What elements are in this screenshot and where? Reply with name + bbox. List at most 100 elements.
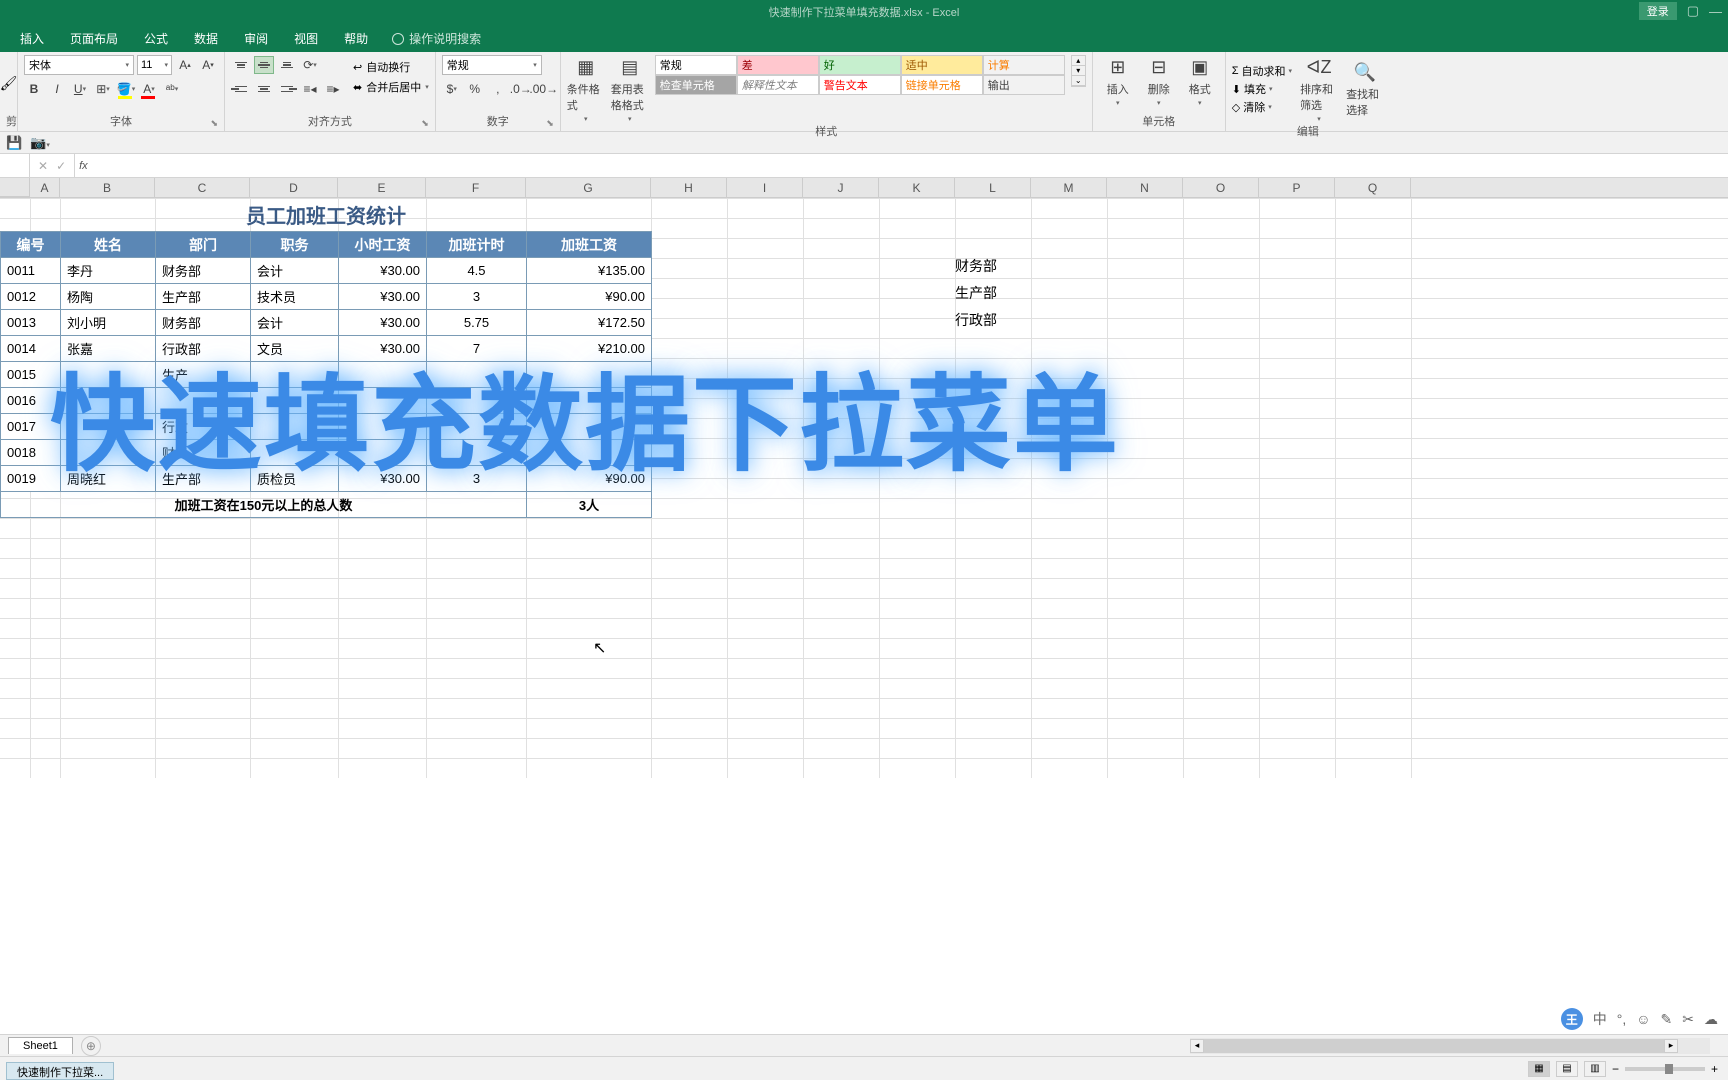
- col-header[interactable]: O: [1183, 178, 1259, 197]
- gallery-more-icon[interactable]: ⌄: [1072, 76, 1085, 86]
- list-item[interactable]: 行政部: [955, 306, 997, 333]
- wrap-text-button[interactable]: ↩自动换行: [353, 59, 429, 75]
- cancel-icon[interactable]: ✕: [38, 159, 48, 173]
- orientation-icon[interactable]: ⟳▾: [300, 55, 320, 75]
- increase-indent-icon[interactable]: ≡▸: [323, 79, 343, 99]
- minimize-icon[interactable]: —: [1709, 4, 1722, 19]
- phonetic-button[interactable]: ᵃᵇ▾: [162, 79, 182, 99]
- table-cell[interactable]: [527, 414, 652, 440]
- table-cell[interactable]: 张嘉: [61, 336, 156, 362]
- table-cell[interactable]: 会计: [251, 310, 339, 336]
- conditional-format-button[interactable]: ▦条件格式▾: [567, 55, 605, 123]
- zoom-out-icon[interactable]: −: [1612, 1062, 1619, 1076]
- table-cell[interactable]: [527, 362, 652, 388]
- col-header[interactable]: J: [803, 178, 879, 197]
- save-icon[interactable]: 💾: [6, 135, 22, 151]
- table-cell[interactable]: ¥30.00: [339, 466, 427, 492]
- enter-icon[interactable]: ✓: [56, 159, 66, 173]
- align-center-icon[interactable]: [254, 80, 274, 98]
- table-cell[interactable]: 生产部: [156, 284, 251, 310]
- table-cell[interactable]: [61, 414, 156, 440]
- col-header[interactable]: K: [879, 178, 955, 197]
- tab-formulas[interactable]: 公式: [132, 25, 180, 52]
- style-neutral[interactable]: 适中: [901, 55, 983, 75]
- style-gallery-scroll[interactable]: ▴ ▾ ⌄: [1071, 55, 1086, 87]
- table-cell[interactable]: 0014: [1, 336, 61, 362]
- table-cell[interactable]: [61, 440, 156, 466]
- tray-cloud-icon[interactable]: ☁: [1704, 1011, 1718, 1028]
- table-cell[interactable]: [339, 414, 427, 440]
- col-header[interactable]: P: [1259, 178, 1335, 197]
- table-cell[interactable]: 0019: [1, 466, 61, 492]
- table-cell[interactable]: ¥30.00: [339, 258, 427, 284]
- tab-data[interactable]: 数据: [182, 25, 230, 52]
- ime-indicator[interactable]: 中: [1593, 1009, 1607, 1029]
- style-bad[interactable]: 差: [737, 55, 819, 75]
- table-cell[interactable]: [339, 362, 427, 388]
- alignment-launcher-icon[interactable]: ⬊: [421, 118, 429, 129]
- tray-edit-icon[interactable]: ✎: [1661, 1011, 1673, 1028]
- number-format-select[interactable]: 常规▾: [442, 55, 542, 75]
- style-explanatory[interactable]: 解释性文本: [737, 75, 819, 95]
- find-select-button[interactable]: 🔍查找和选择: [1346, 60, 1384, 118]
- tell-me-search[interactable]: 操作说明搜索: [382, 25, 491, 52]
- col-header[interactable]: Q: [1335, 178, 1411, 197]
- table-cell[interactable]: 0016: [1, 388, 61, 414]
- spreadsheet-grid[interactable]: A B C D E F G H I J K L M N O P Q 员工加班工资…: [0, 178, 1728, 778]
- col-header[interactable]: L: [955, 178, 1031, 197]
- col-header[interactable]: H: [651, 178, 727, 197]
- table-cell[interactable]: 4.5: [427, 258, 527, 284]
- number-launcher-icon[interactable]: ⬊: [546, 118, 554, 129]
- table-cell[interactable]: [251, 362, 339, 388]
- zoom-in-icon[interactable]: +: [1711, 1062, 1718, 1076]
- table-cell[interactable]: 3: [427, 466, 527, 492]
- table-cell[interactable]: ¥30.00: [339, 336, 427, 362]
- tab-view[interactable]: 视图: [282, 25, 330, 52]
- table-cell[interactable]: 5.75: [427, 310, 527, 336]
- table-cell[interactable]: [61, 388, 156, 414]
- format-painter-icon[interactable]: 🖌: [0, 75, 17, 92]
- page-layout-view-icon[interactable]: ▤: [1556, 1061, 1578, 1077]
- table-cell[interactable]: 0015: [1, 362, 61, 388]
- list-item[interactable]: 生产部: [955, 279, 997, 306]
- name-box[interactable]: [0, 154, 30, 177]
- font-name-select[interactable]: 宋体▾: [24, 55, 134, 75]
- comma-format-icon[interactable]: ,: [488, 79, 508, 99]
- table-cell[interactable]: ¥90.00: [527, 284, 652, 310]
- table-cell[interactable]: ¥30.00: [339, 284, 427, 310]
- col-header[interactable]: G: [526, 178, 651, 197]
- align-right-icon[interactable]: [277, 80, 297, 98]
- sort-filter-button[interactable]: ᐊZ排序和筛选▾: [1300, 55, 1338, 123]
- decrease-indent-icon[interactable]: ≡◂: [300, 79, 320, 99]
- scroll-thumb[interactable]: [1204, 1039, 1664, 1053]
- table-cell[interactable]: [339, 440, 427, 466]
- autosum-button[interactable]: Σ 自动求和 ▾: [1232, 63, 1292, 79]
- font-launcher-icon[interactable]: ⬊: [210, 118, 218, 129]
- table-cell[interactable]: ¥30.00: [339, 310, 427, 336]
- style-linked[interactable]: 链接单元格: [901, 75, 983, 95]
- taskbar-item[interactable]: 快速制作下拉菜...: [6, 1062, 114, 1080]
- style-warning[interactable]: 警告文本: [819, 75, 901, 95]
- table-cell[interactable]: [251, 388, 339, 414]
- align-top-icon[interactable]: [231, 56, 251, 74]
- tray-emoji-icon[interactable]: ☺: [1636, 1011, 1650, 1027]
- table-cell[interactable]: 行政部: [156, 336, 251, 362]
- font-size-select[interactable]: 11▾: [137, 55, 172, 75]
- col-header[interactable]: A: [30, 178, 60, 197]
- table-cell[interactable]: 质检员: [251, 466, 339, 492]
- select-all-triangle[interactable]: [0, 178, 30, 197]
- col-header[interactable]: N: [1107, 178, 1183, 197]
- table-cell[interactable]: [251, 440, 339, 466]
- table-cell[interactable]: 生产: [156, 362, 251, 388]
- table-cell[interactable]: ¥135.00: [527, 258, 652, 284]
- table-cell[interactable]: 杨陶: [61, 284, 156, 310]
- underline-button[interactable]: U▾: [70, 79, 90, 99]
- col-header[interactable]: I: [727, 178, 803, 197]
- style-calculation[interactable]: 计算: [983, 55, 1065, 75]
- font-color-button[interactable]: A▾: [139, 79, 159, 99]
- formula-input[interactable]: [88, 154, 1728, 177]
- table-cell[interactable]: 会计: [251, 258, 339, 284]
- page-break-view-icon[interactable]: ▥: [1584, 1061, 1606, 1077]
- merge-center-button[interactable]: ⬌合并后居中▾: [353, 79, 429, 95]
- percent-format-icon[interactable]: %: [465, 79, 485, 99]
